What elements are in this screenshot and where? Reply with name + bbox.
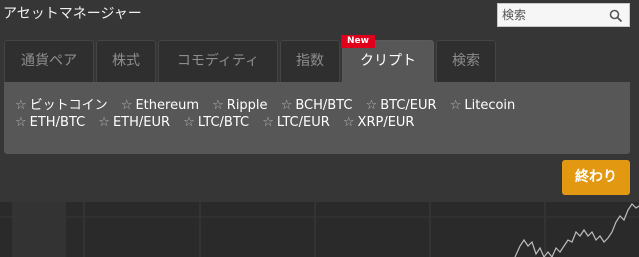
crypto-row-2: ☆ ETH/BTC ☆ ETH/EUR ☆ LTC/BTC ☆ LTC/EUR ☆ XRP… <box>15 115 423 130</box>
list-item[interactable]: ☆ Ripple <box>212 98 267 113</box>
asset-manager-panel: アセットマネージャー New 通貨ペア 株式 コモディティ 指数 クリプト 検索… <box>0 0 639 202</box>
tab-search[interactable]: 検索 <box>436 40 496 82</box>
list-item[interactable]: ☆ Litecoin <box>450 98 516 113</box>
list-item[interactable]: ☆ Ethereum <box>121 98 199 113</box>
new-badge: New <box>341 35 375 48</box>
star-icon[interactable]: ☆ <box>15 115 27 130</box>
list-item[interactable]: ☆ ビットコイン <box>15 94 108 113</box>
list-item[interactable]: ☆ ETH/EUR <box>98 115 170 130</box>
tab-commodities[interactable]: コモディティ <box>158 40 278 82</box>
star-icon[interactable]: ☆ <box>183 115 195 130</box>
item-label[interactable]: LTC/EUR <box>277 115 330 130</box>
chart-highlight-band <box>12 202 66 257</box>
close-button[interactable]: 終わり <box>562 160 630 195</box>
star-icon[interactable]: ☆ <box>366 98 378 113</box>
list-item[interactable]: ☆ BCH/BTC <box>281 98 353 113</box>
item-label[interactable]: Litecoin <box>464 98 515 113</box>
star-icon[interactable]: ☆ <box>212 98 224 113</box>
list-item[interactable]: ☆ ETH/BTC <box>15 115 85 130</box>
crypto-list: ☆ ビットコイン ☆ Ethereum ☆ Ripple ☆ BCH/BTC ☆ BTC/… <box>4 82 630 154</box>
item-label[interactable]: XRP/EUR <box>358 115 415 130</box>
star-icon[interactable]: ☆ <box>450 98 462 113</box>
star-icon[interactable]: ☆ <box>98 115 110 130</box>
list-item[interactable]: ☆ BTC/EUR <box>366 98 437 113</box>
search-icon[interactable] <box>609 9 623 23</box>
item-label[interactable]: BCH/BTC <box>295 98 352 113</box>
item-label[interactable]: Ethereum <box>135 98 199 113</box>
item-label[interactable]: ビットコイン <box>30 98 108 113</box>
list-item[interactable]: ☆ LTC/BTC <box>183 115 249 130</box>
list-item[interactable]: ☆ XRP/EUR <box>343 115 415 130</box>
star-icon[interactable]: ☆ <box>15 98 27 113</box>
chart-price-line <box>514 203 639 257</box>
star-icon[interactable]: ☆ <box>121 98 133 113</box>
item-label[interactable]: ETH/EUR <box>113 115 170 130</box>
tab-currency-pairs[interactable]: 通貨ペア <box>4 40 94 82</box>
tab-stocks[interactable]: 株式 <box>96 40 156 82</box>
list-item[interactable]: ☆ LTC/EUR <box>262 115 330 130</box>
crypto-row-1: ☆ ビットコイン ☆ Ethereum ☆ Ripple ☆ BCH/BTC ☆ BTC/… <box>15 94 524 113</box>
star-icon[interactable]: ☆ <box>262 115 274 130</box>
tab-indices[interactable]: 指数 <box>280 40 340 82</box>
item-label[interactable]: LTC/BTC <box>198 115 249 130</box>
search-box[interactable] <box>497 3 630 27</box>
item-label[interactable]: Ripple <box>227 98 268 113</box>
star-icon[interactable]: ☆ <box>343 115 355 130</box>
background-chart <box>0 202 639 257</box>
star-icon[interactable]: ☆ <box>281 98 293 113</box>
window-title: アセットマネージャー <box>3 6 142 22</box>
search-input[interactable] <box>502 6 602 24</box>
item-label[interactable]: BTC/EUR <box>380 98 436 113</box>
item-label[interactable]: ETH/BTC <box>30 115 86 130</box>
